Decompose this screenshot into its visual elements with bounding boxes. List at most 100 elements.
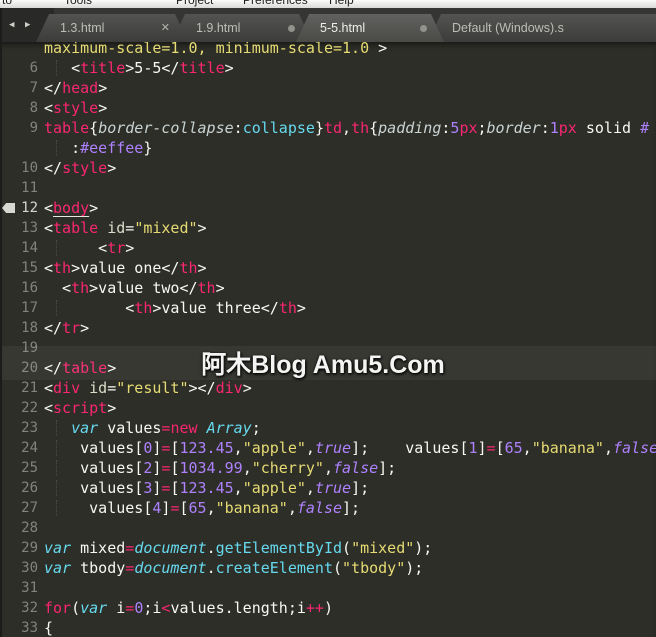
code-text: <tr> [44, 239, 135, 257]
code-text: :#eeffee} [44, 139, 153, 157]
tab-label: 1.3.html [60, 21, 105, 35]
tab-modified-dot-icon[interactable] [288, 25, 295, 32]
watermark: 阿木Blog Amu5.Com [0, 346, 656, 380]
menu-item-help[interactable]: Help [329, 0, 354, 7]
code-text: var tbody=document.createElement("tbody"… [44, 559, 424, 577]
code-line[interactable]: :#eeffee} [0, 138, 656, 158]
line-number: 24 [21, 440, 38, 456]
code-line[interactable]: 33 { [0, 618, 656, 637]
line-number: 29 [21, 540, 38, 556]
code-text: values[4]=[65,"banana",false]; [44, 499, 361, 517]
code-line[interactable]: 18 </tr> [0, 318, 656, 338]
code-line[interactable]: 27 values[4]=[65,"banana",false]; [0, 498, 656, 518]
menu-item-goto[interactable]: to [2, 0, 12, 7]
line-number: 16 [21, 280, 38, 296]
code-text: { [44, 619, 54, 637]
line-number: 7 [29, 80, 38, 96]
indent-guide [56, 140, 57, 156]
line-number [0, 138, 44, 158]
line-number: 8 [29, 100, 38, 116]
code-text: <body> [44, 199, 99, 217]
tab-label: 1.9.html [196, 21, 241, 35]
indent-guide [56, 420, 57, 436]
code-text: values[2]=[1034.99,"cherry",false]; [44, 459, 397, 477]
code-line[interactable]: 32 for(var i=0;i<values.length;i++) [0, 598, 656, 618]
line-number: 31 [21, 580, 38, 596]
line-number: 30 [21, 560, 38, 576]
code-line[interactable]: 7 </head> [0, 78, 656, 98]
code-line[interactable]: 14 <tr> [0, 238, 656, 258]
code-line[interactable]: 24 values[0]=[123.45,"apple",true]; valu… [0, 438, 656, 458]
code-text: table{border-collapse:collapse}td,th{pad… [44, 119, 650, 137]
code-line[interactable]: 28 [0, 518, 656, 538]
indent-guide [56, 460, 57, 476]
indent-guide [56, 440, 57, 456]
tab-modified-dot-icon[interactable] [420, 25, 427, 32]
code-line[interactable]: 21 <div id="result"></div> [0, 378, 656, 398]
tab-scroll-left-icon[interactable]: ◀ [9, 20, 14, 30]
line-number: 23 [21, 420, 38, 436]
code-text: <th>value one</th> [44, 259, 207, 277]
code-lines: maximum-scale=1.0, minimum-scale=1.0 >6 … [0, 42, 656, 637]
editor-area[interactable]: maximum-scale=1.0, minimum-scale=1.0 >6 … [0, 42, 656, 637]
indent-guide [56, 60, 57, 76]
tab-1-3-html[interactable]: 1.3.html ✕ [36, 14, 188, 42]
line-number: 11 [21, 180, 38, 196]
menu-bar: to Tools Project Preferences Help [0, 0, 656, 8]
code-line[interactable]: 30 var tbody=document.createElement("tbod… [0, 558, 656, 578]
code-line[interactable]: 9 table{border-collapse:collapse}td,th{pa… [0, 118, 656, 138]
line-number: 14 [21, 240, 38, 256]
tab-1-9-html[interactable]: 1.9.html [172, 14, 312, 42]
code-line[interactable]: 16 <th>value two</th> [0, 278, 656, 298]
code-text: </head> [44, 79, 108, 97]
code-text: values[3]=[123.45,"apple",true]; [44, 479, 370, 497]
code-text: <title>5-5</title> [44, 59, 234, 77]
code-text: <script> [44, 399, 117, 417]
code-text: </tr> [44, 319, 90, 337]
sublime-text-window: to Tools Project Preferences Help ◀ ▶ 1.… [0, 0, 656, 637]
code-line[interactable]: 8 <style> [0, 98, 656, 118]
line-number: 22 [21, 400, 38, 416]
tab-close-icon[interactable]: ✕ [161, 21, 170, 34]
code-line[interactable]: 25 values[2]=[1034.99,"cherry",false]; [0, 458, 656, 478]
code-line[interactable]: 11 [0, 178, 656, 198]
code-text: for(var i=0;i<values.length;i++) [44, 599, 333, 617]
tab-5-5-html[interactable]: 5-5.html [296, 14, 444, 42]
tabs: 1.3.html ✕ 1.9.html 5-5.html Default (Wi… [36, 14, 656, 42]
code-line[interactable]: 22 <script> [0, 398, 656, 418]
line-number: 26 [21, 480, 38, 496]
code-text: </style> [44, 159, 117, 177]
line-number: 17 [21, 300, 38, 316]
code-line[interactable]: 10 </style> [0, 158, 656, 178]
tab-scroll-right-icon[interactable]: ▶ [25, 20, 30, 30]
code-text: <div id="result"></div> [44, 379, 252, 397]
code-text: <th>value two</th> [44, 279, 225, 297]
menu-item-tools[interactable]: Tools [64, 0, 92, 7]
code-line[interactable]: 17 <th>value three</th> [0, 298, 656, 318]
code-line[interactable]: 26 values[3]=[123.45,"apple",true]; [0, 478, 656, 498]
line-number: 13 [21, 220, 38, 236]
code-line[interactable]: 23 var values=new Array; [0, 418, 656, 438]
code-text: maximum-scale=1.0, minimum-scale=1.0 > [44, 42, 388, 57]
code-line[interactable]: 15 <th>value one</th> [0, 258, 656, 278]
line-number [0, 42, 44, 58]
code-text: <th>value three</th> [44, 299, 306, 317]
line-number: 6 [29, 60, 38, 76]
code-line[interactable]: maximum-scale=1.0, minimum-scale=1.0 > [0, 42, 656, 58]
tab-label: Default (Windows).s [452, 21, 564, 35]
code-line[interactable]: 29 var mixed=document.getElementById("mix… [0, 538, 656, 558]
menu-item-preferences[interactable]: Preferences [243, 0, 308, 7]
code-text: <table id="mixed"> [44, 219, 207, 237]
line-number: 28 [21, 520, 38, 536]
menu-item-project[interactable]: Project [176, 0, 213, 7]
code-line[interactable]: 13 <table id="mixed"> [0, 218, 656, 238]
code-line[interactable]: 31 [0, 578, 656, 598]
code-line[interactable]: 6 <title>5-5</title> [0, 58, 656, 78]
code-line[interactable]: 12 <body> [0, 198, 656, 218]
line-number: 33 [21, 620, 38, 636]
indent-guide [56, 300, 57, 316]
window-left-edge [0, 8, 2, 637]
tab-default-windows[interactable]: Default (Windows).s [428, 14, 656, 42]
code-text: var values=new Array; [71, 419, 261, 437]
code-text: values[0]=[123.45,"apple",true]; values[… [44, 439, 656, 457]
